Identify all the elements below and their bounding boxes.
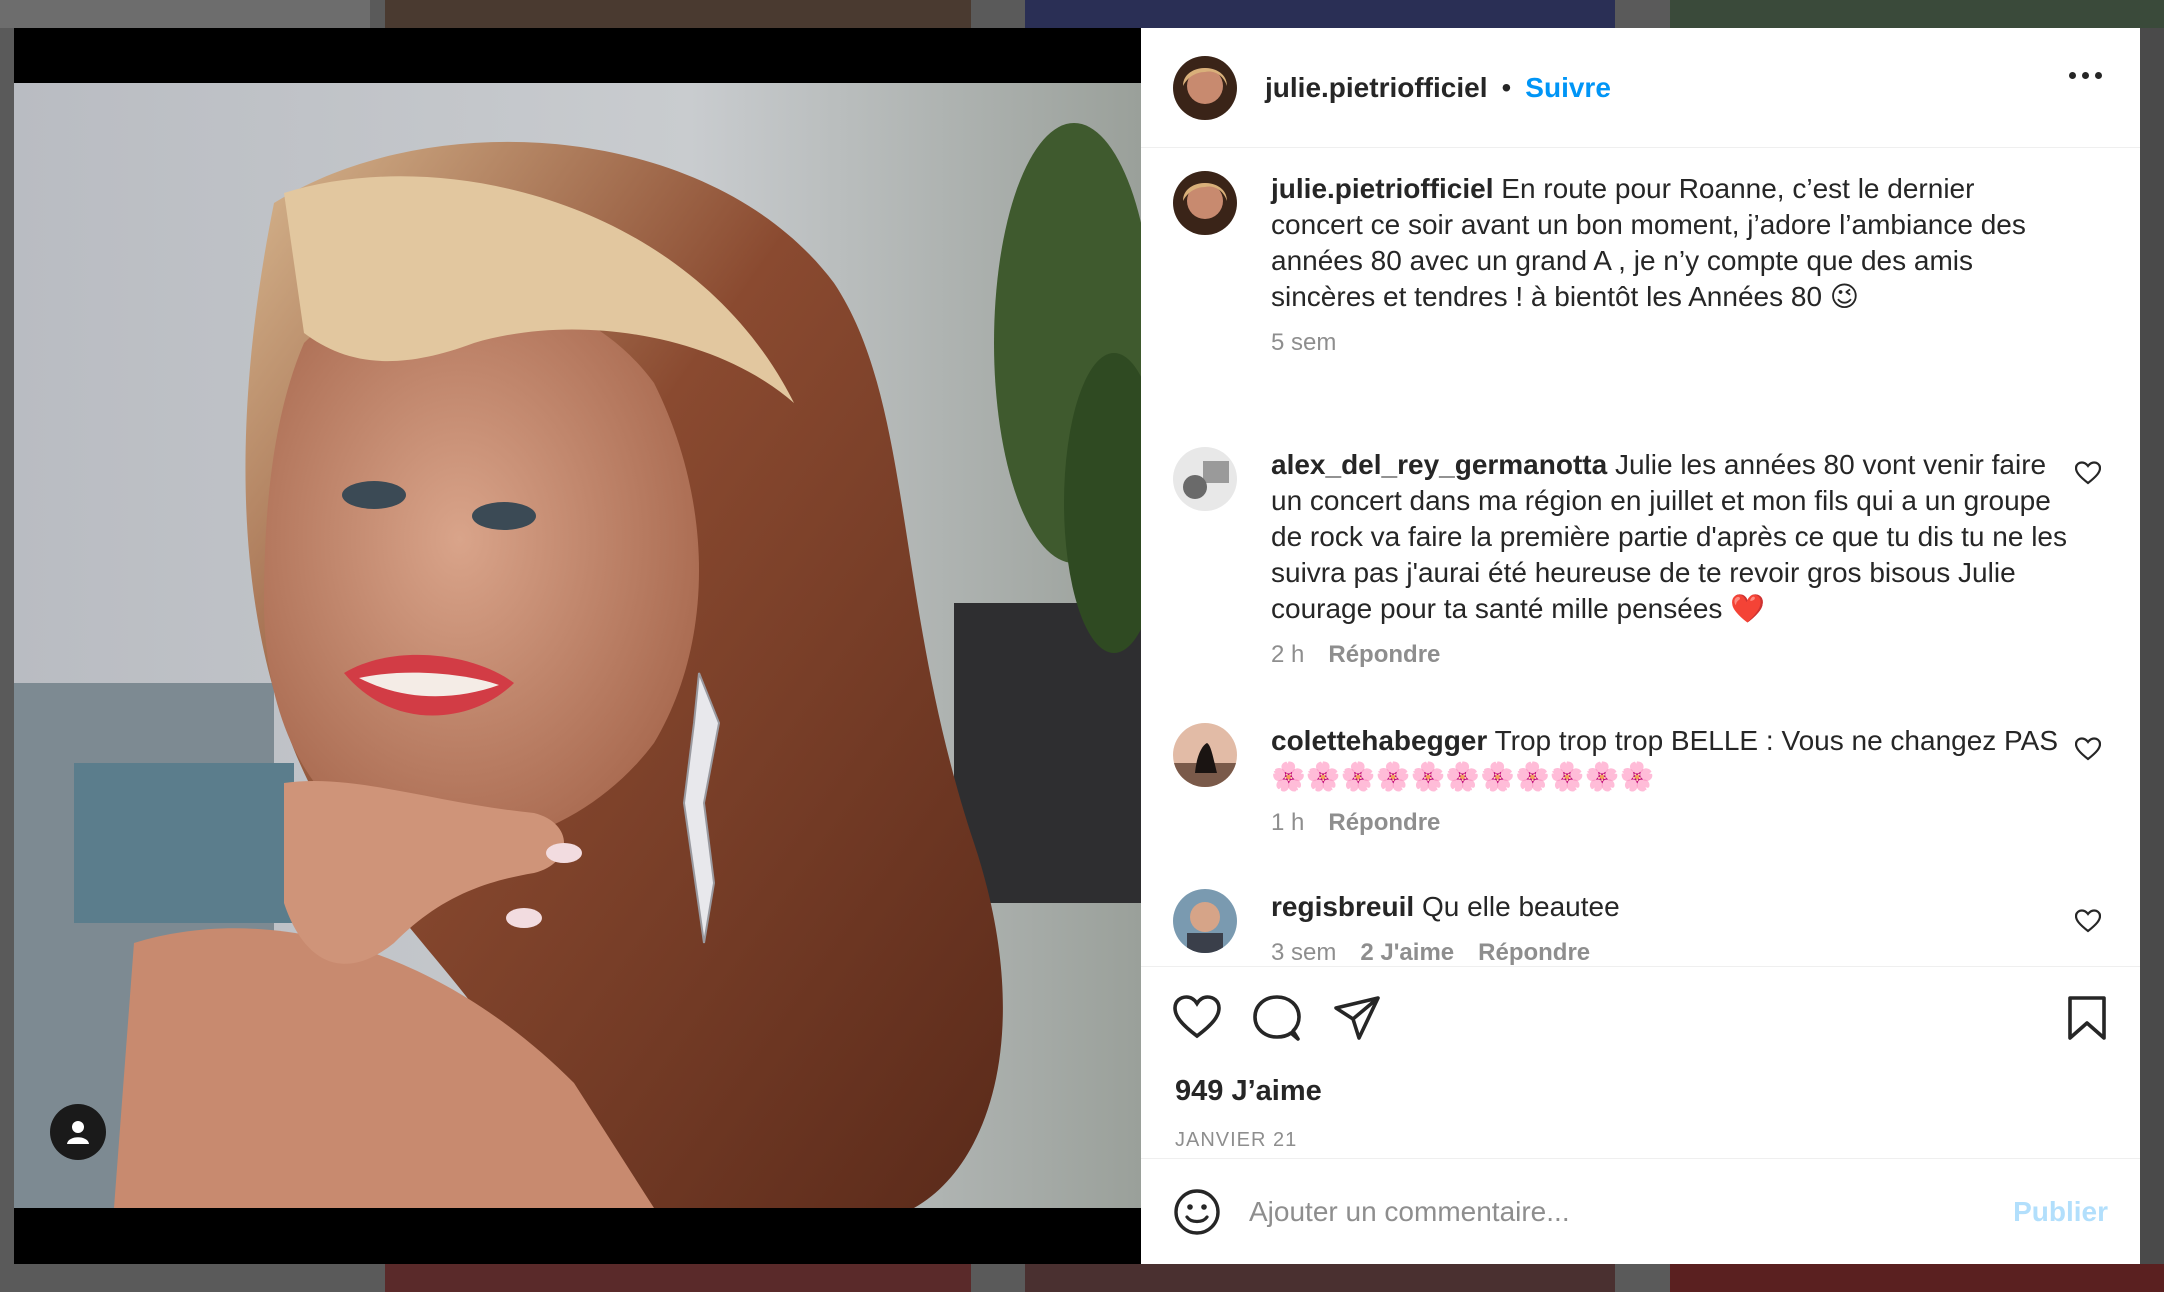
comment-text: Qu elle beautee [1421,891,1620,922]
like-comment-heart-icon[interactable] [2075,461,2101,485]
emoji-picker-icon[interactable] [1173,1188,1221,1236]
post-date[interactable]: JANVIER 21 [1175,1129,1297,1152]
author-username[interactable]: julie.pietriofficiel [1265,72,1487,104]
commenter-avatar[interactable] [1173,447,1237,511]
like-comment-heart-icon[interactable] [2075,737,2101,761]
share-send-icon[interactable] [1333,995,1381,1041]
comment-username[interactable]: alex_del_rey_germanotta [1271,449,1607,480]
user-icon [67,1121,89,1144]
bookmark-save-icon[interactable] [2067,995,2107,1041]
comment-item: regisbreuil Qu elle beautee 3 sem 2 J'aim… [1173,889,2101,966]
comment-username[interactable]: colettehabegger [1271,725,1487,756]
post-header: julie.pietriofficiel • Suivre [1141,28,2140,148]
post-actions: 949 J’aime JANVIER 21 [1141,966,2140,1187]
follow-button[interactable]: Suivre [1525,72,1611,104]
comment-item: alex_del_rey_germanotta Julie les années… [1173,447,2101,669]
publish-button[interactable]: Publier [2013,1196,2108,1228]
reply-button[interactable]: Répondre [1328,641,1440,668]
caption: julie.pietriofficiel En route pour Roann… [1173,171,2093,357]
comment-time[interactable]: 3 sem [1271,939,1336,966]
post-media[interactable] [14,28,1141,1264]
tagged-users-button[interactable] [50,1104,106,1160]
author-avatar[interactable] [1173,171,1237,235]
header-separator: • [1501,71,1512,103]
like-heart-icon[interactable] [1173,995,1221,1039]
reply-button[interactable]: Répondre [1478,939,1590,966]
more-options-icon[interactable] [2069,72,2102,79]
comment-time[interactable]: 1 h [1271,809,1304,836]
comment-username[interactable]: regisbreuil [1271,891,1414,922]
comments-list[interactable]: julie.pietriofficiel En route pour Roann… [1141,149,2140,966]
author-avatar[interactable] [1173,55,1237,120]
comment-input[interactable] [1247,1194,1991,1229]
caption-time[interactable]: 5 sem [1271,329,1336,356]
reply-button[interactable]: Répondre [1328,809,1440,836]
commenter-avatar[interactable] [1173,723,1237,787]
likes-count[interactable]: 949 J’aime [1175,1075,1322,1108]
post-details-panel: julie.pietriofficiel • Suivre julie.piet… [1141,28,2140,1264]
commenter-avatar[interactable] [1173,889,1237,953]
comment-composer: Publier [1141,1158,2140,1264]
like-comment-heart-icon[interactable] [2075,909,2101,933]
caption-username[interactable]: julie.pietriofficiel [1271,173,1493,204]
comment-item: colettehabegger Trop trop trop BELLE : V… [1173,723,2101,837]
comment-time[interactable]: 2 h [1271,641,1304,668]
comment-likes[interactable]: 2 J'aime [1360,939,1454,966]
comment-bubble-icon[interactable] [1253,995,1301,1041]
post-photo [14,83,1141,1208]
